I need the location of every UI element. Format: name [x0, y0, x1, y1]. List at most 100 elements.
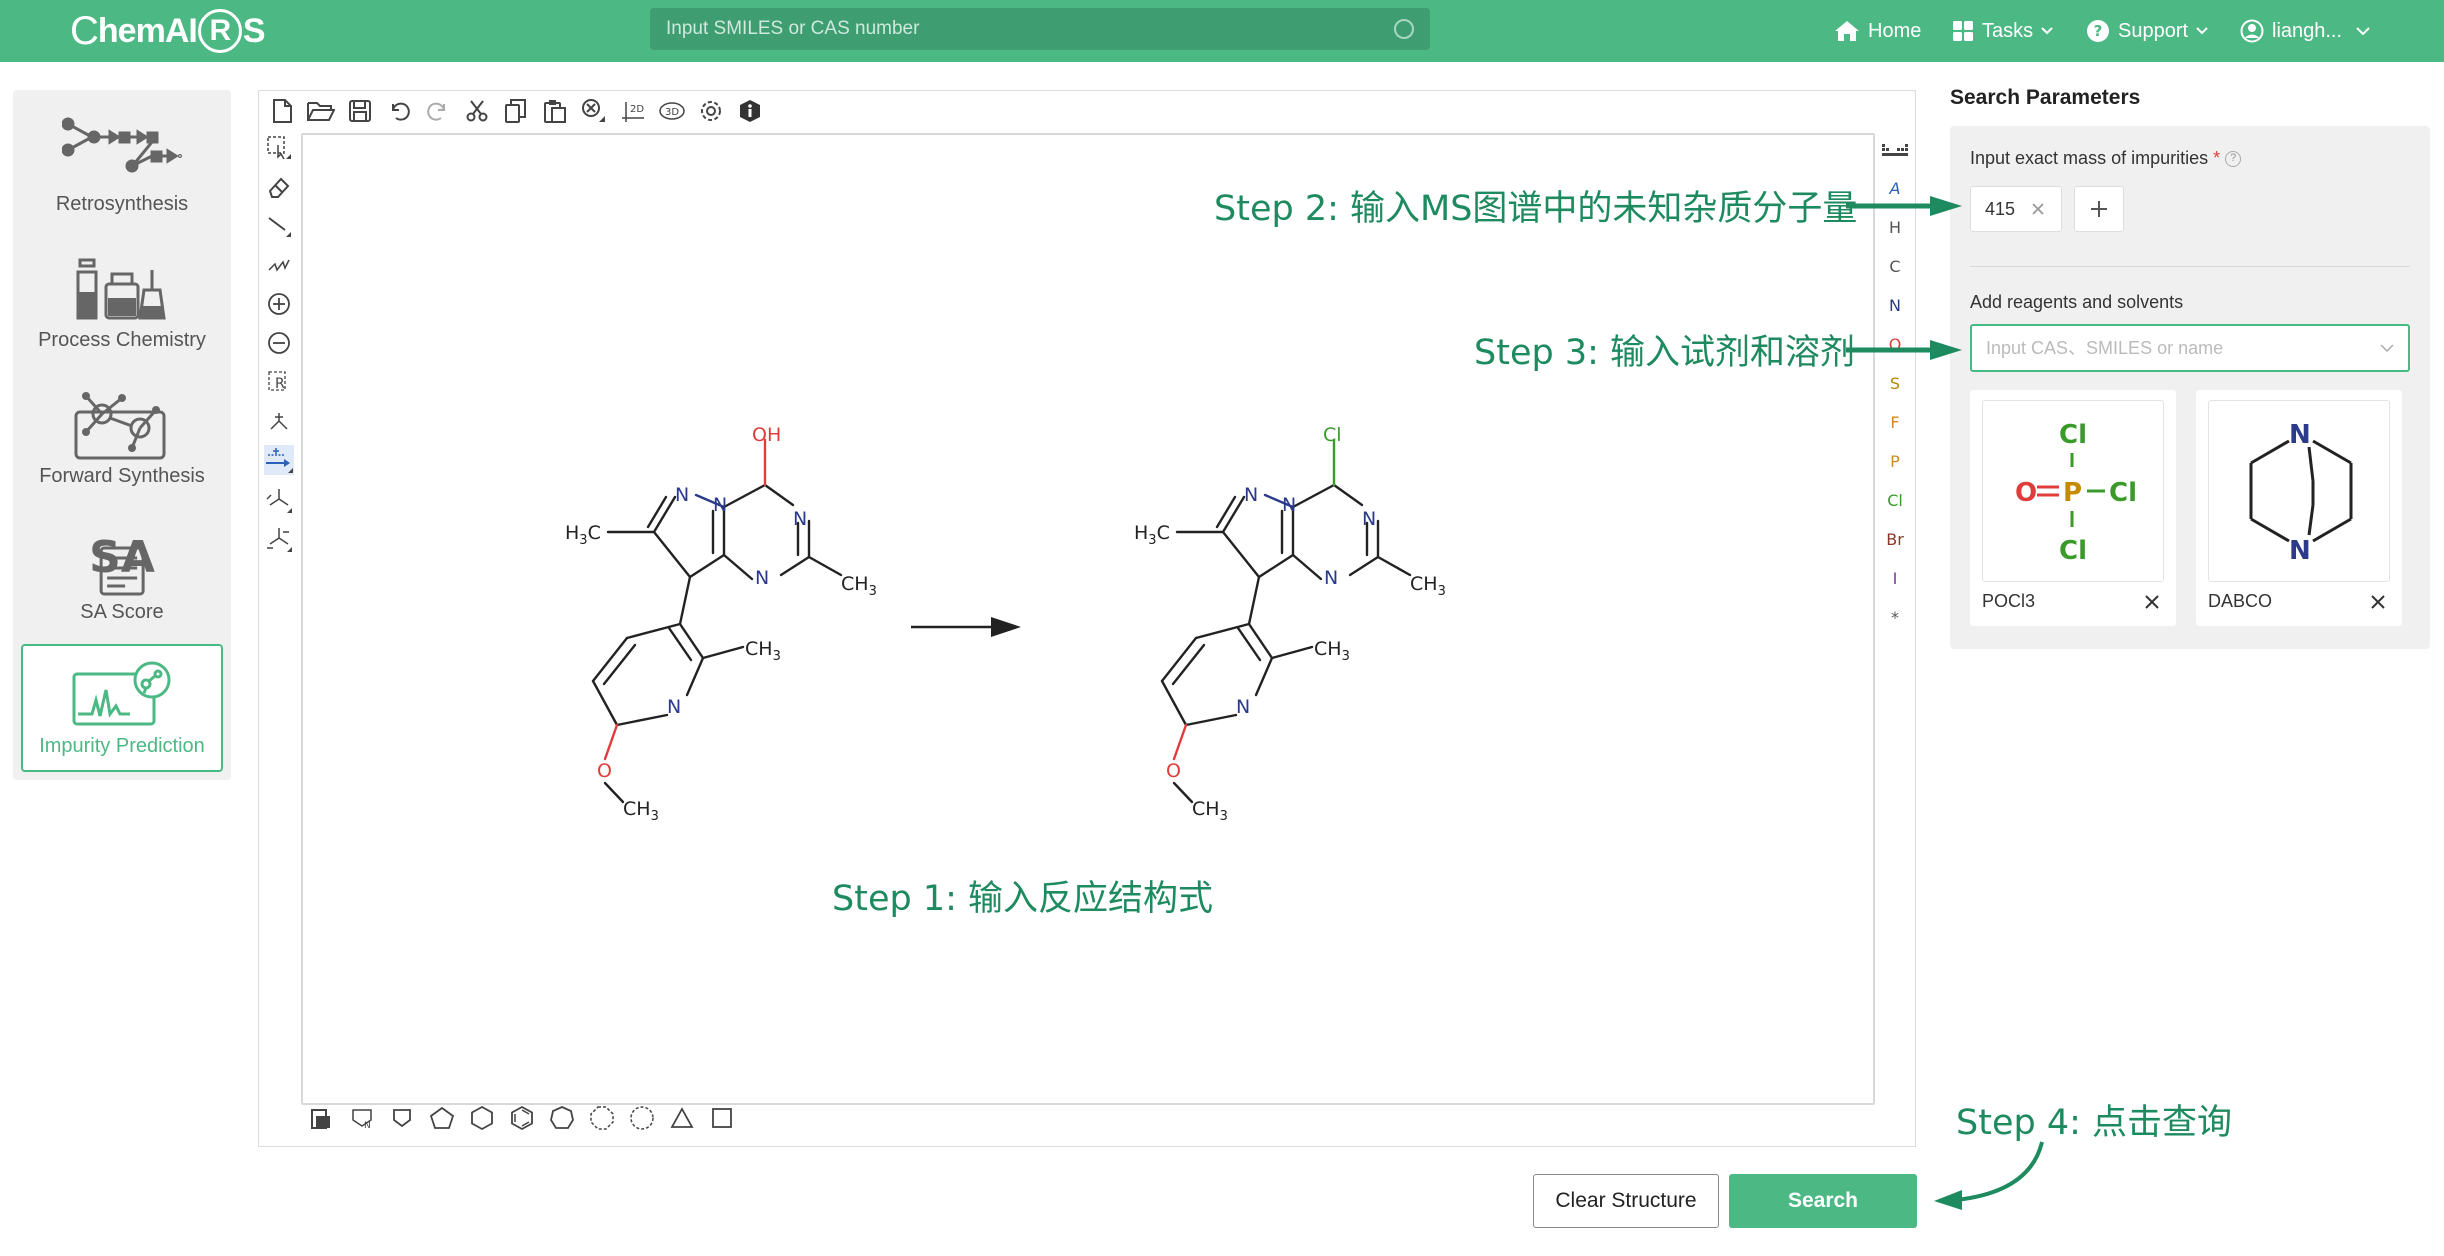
open-folder-icon[interactable]	[306, 96, 336, 126]
smiles-search-input[interactable]	[666, 18, 1394, 40]
reagent-card-pocl3[interactable]: Cl P O Cl Cl POCl3	[1970, 390, 2176, 626]
atom-label-n: N	[1282, 494, 1296, 516]
mass-chip[interactable]: 415	[1970, 186, 2062, 232]
single-bond-icon[interactable]	[264, 211, 294, 241]
atom-h-button[interactable]: H	[1889, 208, 1901, 247]
add-mass-button[interactable]	[2074, 186, 2124, 232]
atom-label-cl: Cl	[2059, 536, 2087, 566]
view-3d-label: 3D	[665, 107, 679, 118]
atom-label-cl: Cl	[1323, 424, 1342, 446]
functional-group-icon[interactable]: N	[347, 1103, 377, 1133]
sidebar-item-impurity-prediction[interactable]: Impurity Prediction	[21, 644, 223, 772]
eraser-icon[interactable]	[264, 172, 294, 202]
square-shape-icon[interactable]	[707, 1103, 737, 1133]
reaction-arrow-icon[interactable]	[264, 445, 294, 475]
nav-home-label: Home	[1868, 19, 1922, 42]
undo-icon[interactable]	[384, 96, 414, 126]
sidebar-item-process-chemistry[interactable]: Process Chemistry	[21, 236, 223, 364]
chevron-down-icon[interactable]	[2380, 344, 2394, 352]
nav-tasks[interactable]: Tasks	[1952, 0, 2053, 62]
reagent-search-field[interactable]	[1970, 324, 2410, 372]
atom-label-ch3: CH3	[1192, 798, 1228, 824]
atom-label-ch3: CH3	[841, 573, 877, 599]
sidebar-item-sa-score[interactable]: SA SA Score	[21, 508, 223, 636]
cycloheptane-icon[interactable]	[547, 1103, 577, 1133]
cyclopropane-icon[interactable]	[387, 1103, 417, 1133]
search-parameters-title: Search Parameters	[1950, 86, 2141, 109]
nav-user[interactable]: liangh...	[2240, 0, 2370, 62]
reaction-auto-map-icon[interactable]	[264, 523, 294, 553]
logo-text-s: S	[242, 11, 266, 50]
cyclononane-icon[interactable]	[627, 1103, 657, 1133]
smiles-search-bar[interactable]	[650, 8, 1430, 50]
drawing-canvas[interactable]: OH N N N N N O H3C CH3 CH3 CH3 Cl N N N …	[301, 133, 1875, 1105]
sidebar-item-label: Retrosynthesis	[55, 193, 189, 215]
atom-p-button[interactable]: P	[1890, 442, 1900, 481]
logo-text-ai: AI	[164, 11, 198, 50]
nav-home[interactable]: Home	[1834, 0, 1921, 62]
reagent-search-input[interactable]	[1986, 337, 2380, 359]
charge-plus-icon[interactable]	[264, 289, 294, 319]
atom-cl-button[interactable]: Cl	[1887, 481, 1903, 520]
triangle-shape-icon[interactable]	[667, 1103, 697, 1133]
atom-br-button[interactable]: Br	[1886, 520, 1904, 559]
r-group-icon[interactable]: R	[264, 367, 294, 397]
cut-icon[interactable]	[462, 96, 492, 126]
remove-mass-icon[interactable]	[2031, 202, 2045, 216]
settings-gear-icon[interactable]	[696, 96, 726, 126]
clear-structure-button[interactable]: Clear Structure	[1533, 1174, 1719, 1228]
atom-any-button[interactable]: A	[1890, 169, 1901, 208]
reaction-arrow	[911, 617, 1021, 637]
search-button[interactable]: Search	[1729, 1174, 1917, 1228]
benzene-icon[interactable]	[507, 1103, 537, 1133]
select-lasso-icon[interactable]	[264, 133, 294, 163]
nav-support[interactable]: ? Support	[2086, 0, 2208, 62]
paste-icon[interactable]	[540, 96, 570, 126]
atom-label-n: N	[2289, 536, 2311, 566]
view-3d-icon[interactable]: 3D	[657, 96, 687, 126]
info-icon[interactable]	[735, 96, 765, 126]
save-icon[interactable]	[345, 96, 375, 126]
template-library-icon[interactable]	[307, 1103, 337, 1133]
mass-value: 415	[1985, 198, 2016, 219]
cyclohexane-icon[interactable]	[467, 1103, 497, 1133]
sidebar-item-retrosynthesis[interactable]: Retrosynthesis	[21, 100, 223, 228]
reaction-mapping-icon[interactable]	[264, 484, 294, 514]
cyclooctane-icon[interactable]	[587, 1103, 617, 1133]
chemairs-logo[interactable]: Chem AI R S	[70, 6, 265, 56]
mass-label-text: Input exact mass of impurities	[1970, 148, 2209, 168]
chain-icon[interactable]	[264, 250, 294, 280]
cyclopentane-icon[interactable]	[427, 1103, 457, 1133]
atom-label-n: N	[793, 508, 807, 530]
sidebar-item-forward-synthesis[interactable]: Forward Synthesis	[21, 372, 223, 500]
atom-o-button[interactable]: O	[1889, 325, 1902, 364]
charge-minus-icon[interactable]	[264, 328, 294, 358]
copy-icon[interactable]	[501, 96, 531, 126]
new-file-icon[interactable]	[267, 96, 297, 126]
periodic-table-icon[interactable]	[1880, 133, 1910, 169]
atom-wildcard-button[interactable]: *	[1891, 598, 1899, 637]
impurity-prediction-icon	[72, 661, 171, 726]
atom-i-button[interactable]: I	[1893, 559, 1898, 598]
atom-label-o: O	[1166, 760, 1181, 782]
editor-top-toolbar: 2D 3D	[259, 91, 1915, 131]
clean-2d-icon[interactable]: 2D	[618, 96, 648, 126]
sgroup-icon[interactable]	[264, 406, 294, 436]
annotation-step-3: Step 3: 输入试剂和溶剂	[1474, 333, 1856, 373]
reagent-card-dabco[interactable]: N N DABCO	[2196, 390, 2402, 626]
atom-s-button[interactable]: S	[1890, 364, 1900, 403]
clear-canvas-icon[interactable]	[579, 96, 609, 126]
remove-reagent-icon[interactable]	[2370, 594, 2386, 610]
atom-label-cl: Cl	[2059, 420, 2087, 450]
sidebar-item-label: SA Score	[80, 601, 164, 623]
help-icon[interactable]: ?	[2225, 151, 2242, 168]
annotation-arrow-step-4	[1934, 1141, 2044, 1210]
redo-icon[interactable]	[423, 96, 453, 126]
reactant-atom-labels: OH N N N N N O H3C CH3 CH3 CH3	[565, 424, 877, 824]
atom-f-button[interactable]: F	[1890, 403, 1899, 442]
atom-n-button[interactable]: N	[1889, 286, 1901, 325]
atom-c-button[interactable]: C	[1889, 247, 1900, 286]
check-circle-icon[interactable]	[1394, 19, 1414, 39]
module-sidebar: Retrosynthesis Process Chemistry Forward	[13, 90, 231, 780]
remove-reagent-icon[interactable]	[2144, 594, 2160, 610]
